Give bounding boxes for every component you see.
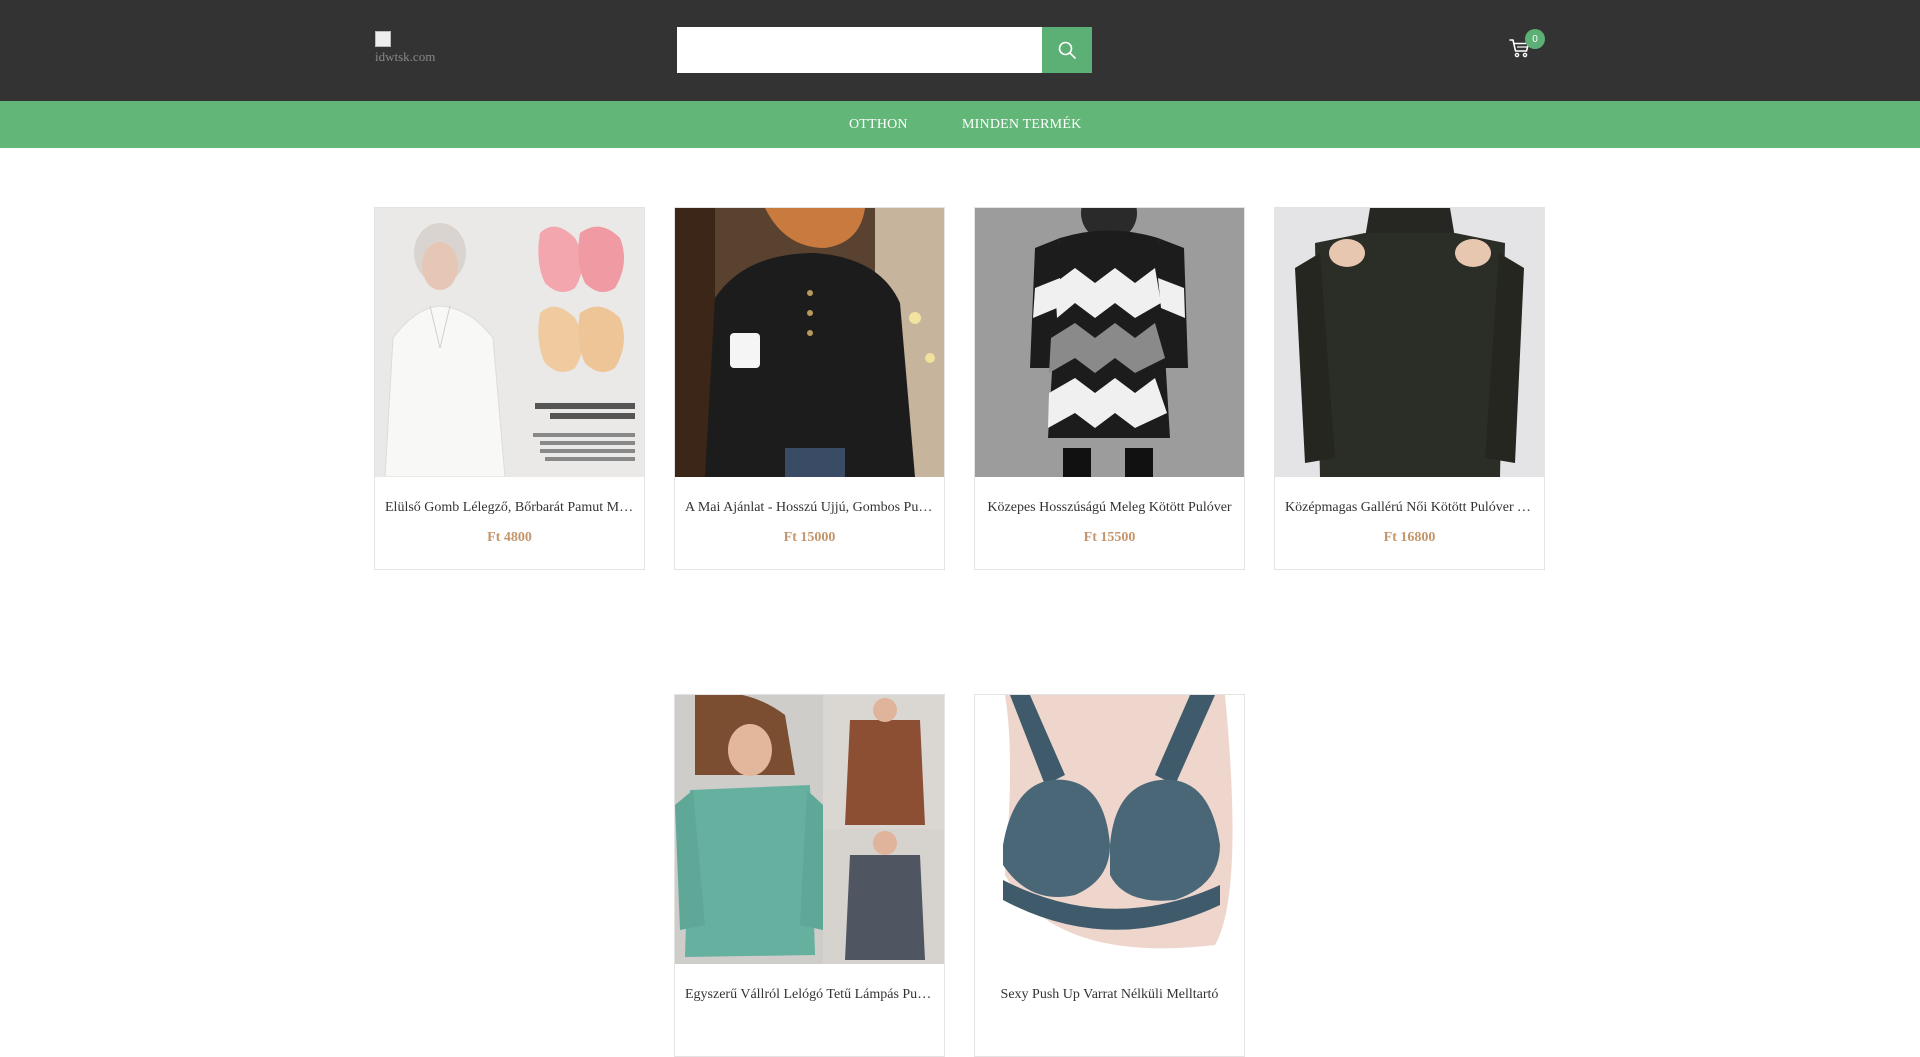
product-price: Ft 4800	[487, 530, 532, 545]
product-price: Ft 15000	[783, 530, 836, 545]
product-image	[975, 208, 1244, 477]
product-card[interactable]: Középmagas Gallérú Női Kötött Pulóver Vá…	[1274, 207, 1545, 570]
main-nav: OTTHON MINDEN TERMÉK	[0, 101, 1920, 148]
product-title[interactable]: A Mai Ajánlat - Hosszú Ujjú, Gombos Puló…	[685, 500, 934, 516]
site-header: idwtsk.com 0	[0, 0, 1920, 101]
product-card[interactable]: Sexy Push Up Varrat Nélküli Melltartó	[974, 694, 1245, 1057]
product-card[interactable]: Egyszerű Vállról Lelógó Tetű Lámpás Puló…	[674, 694, 945, 1057]
product-title[interactable]: Sexy Push Up Varrat Nélküli Melltartó	[985, 987, 1234, 1003]
search-button[interactable]	[1042, 27, 1092, 73]
product-title[interactable]: Középmagas Gallérú Női Kötött Pulóver Vá…	[1285, 500, 1534, 516]
product-image	[375, 208, 644, 477]
product-card[interactable]: Közepes Hosszúságú Meleg Kötött Pulóver …	[974, 207, 1245, 570]
nav-item-all-products[interactable]: MINDEN TERMÉK	[962, 101, 1081, 148]
product-price: Ft 16800	[1383, 530, 1436, 545]
product-title[interactable]: Közepes Hosszúságú Meleg Kötött Pulóver	[985, 500, 1234, 516]
broken-image-icon	[375, 31, 391, 47]
product-card[interactable]: A Mai Ajánlat - Hosszú Ujjú, Gombos Puló…	[674, 207, 945, 570]
site-logo[interactable]: idwtsk.com	[375, 31, 445, 67]
product-card[interactable]: Elülső Gomb Lélegző, Bőrbarát Pamut Mell…	[374, 207, 645, 570]
product-title[interactable]: Egyszerű Vállról Lelógó Tetű Lámpás Puló…	[685, 987, 934, 1003]
cart-count-badge: 0	[1525, 29, 1545, 49]
product-image	[675, 695, 944, 964]
product-title[interactable]: Elülső Gomb Lélegző, Bőrbarát Pamut Mell…	[385, 500, 634, 516]
product-image	[975, 695, 1244, 964]
product-image	[675, 208, 944, 477]
product-price: Ft 15500	[1083, 530, 1136, 545]
product-image	[1275, 208, 1544, 477]
search-icon	[1058, 41, 1076, 59]
logo-alt-text: idwtsk.com	[375, 49, 436, 64]
search-input[interactable]	[677, 27, 1042, 73]
nav-item-home[interactable]: OTTHON	[849, 101, 908, 148]
